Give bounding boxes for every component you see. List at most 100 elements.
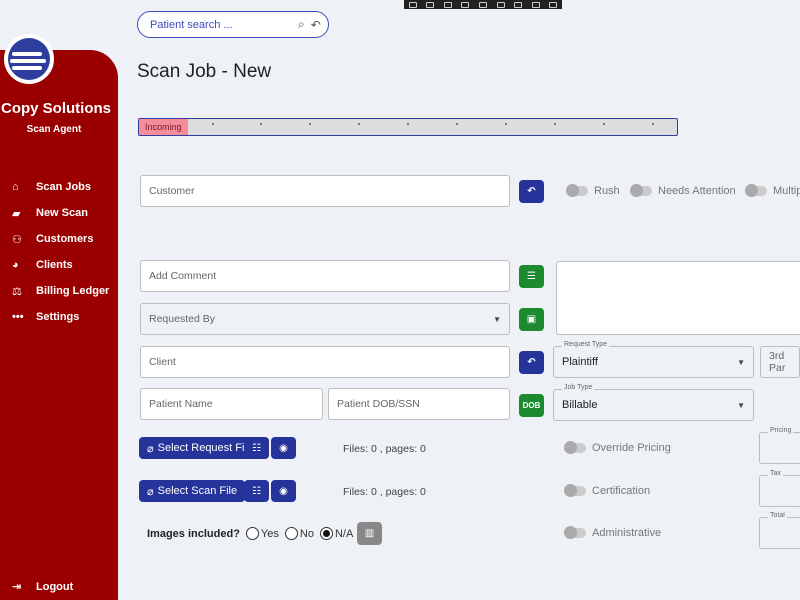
brand-title: Copy Solutions	[1, 100, 111, 117]
paperclip-icon: ⌀	[147, 485, 154, 498]
radio-circle[interactable]	[245, 527, 259, 540]
toolbar-icon[interactable]	[426, 1, 435, 8]
logout-button[interactable]: ⇥ Logout	[12, 580, 74, 594]
sidebar-item-customers[interactable]: ⚇ Customers	[12, 226, 109, 252]
scan-file-list-button[interactable]: ☷	[244, 480, 269, 502]
toolbar-icon[interactable]	[549, 1, 558, 8]
administrative-toggle[interactable]: Administrative	[564, 526, 661, 539]
third-party-placeholder: 3rd Par	[769, 350, 786, 374]
toggle-label: Multip	[773, 185, 800, 197]
sidebar-item-new-scan[interactable]: ▰ New Scan	[12, 200, 109, 226]
undo-icon: ↶	[527, 186, 536, 197]
ledger-icon: ⚖	[12, 285, 22, 298]
radio-label: N/A	[334, 527, 354, 540]
sidebar-item-label: Scan Jobs	[36, 181, 92, 193]
sidebar-item-scan-jobs[interactable]: ⌂ Scan Jobs	[12, 174, 109, 200]
override-pricing-toggle[interactable]: Override Pricing	[564, 441, 671, 454]
toolbar-icon[interactable]	[408, 1, 417, 8]
tax-field[interactable]: Tax	[759, 470, 800, 507]
progress-current-step: Incoming	[139, 119, 188, 135]
images-radio-yes[interactable]: Yes	[245, 527, 279, 540]
toggle-label: Certification	[592, 485, 651, 497]
toggle-switch[interactable]	[564, 484, 586, 497]
contact-card-button[interactable]: ▣	[519, 308, 544, 331]
client-reset-button[interactable]: ↶	[519, 351, 544, 374]
toggle-label: Rush	[594, 185, 620, 197]
list-icon: ☷	[252, 442, 261, 454]
toggle-label: Needs Attention	[658, 185, 736, 197]
third-party-field[interactable]: 3rd Par	[760, 346, 800, 378]
toolbar-icon[interactable]	[514, 1, 523, 8]
job-progress-bar: Incoming	[138, 118, 678, 136]
radio-circle[interactable]	[319, 527, 333, 540]
scan-files-info: Files: 0 , pages: 0	[343, 486, 426, 498]
images-radio-no[interactable]: No	[284, 527, 314, 540]
select-request-file-button[interactable]: ⌀ Select Request File	[139, 437, 262, 459]
job-type-select[interactable]: Job Type Billable ▼	[553, 384, 754, 421]
sidebar-item-clients[interactable]: ◕ Clients	[12, 252, 109, 278]
rush-toggle[interactable]: Rush	[566, 184, 620, 197]
customer-field[interactable]: Customer	[140, 175, 510, 207]
caret-down-icon: ▼	[737, 357, 745, 367]
radio-label: No	[299, 527, 314, 540]
logout-label: Logout	[36, 580, 74, 593]
total-label: Total	[768, 512, 787, 519]
certification-toggle[interactable]: Certification	[564, 484, 651, 497]
paperclip-icon: ⌀	[147, 442, 154, 455]
toggle-switch[interactable]	[564, 441, 586, 454]
comment-field[interactable]: Add Comment	[140, 260, 510, 292]
patient-name-field[interactable]: Patient Name	[140, 388, 323, 420]
images-radio-na[interactable]: N/A	[319, 527, 354, 540]
radio-circle[interactable]	[284, 527, 298, 540]
requested-by-select[interactable]: Requested By ▼	[140, 303, 510, 335]
brand-logo[interactable]	[4, 34, 54, 84]
client-placeholder: Client	[149, 356, 176, 368]
add-comment-button[interactable]: ☰	[519, 265, 544, 288]
patient-name-placeholder: Patient Name	[149, 398, 213, 410]
customer-placeholder: Customer	[149, 185, 195, 197]
customer-reset-button[interactable]: ↶	[519, 180, 544, 203]
sidebar-item-label: Customers	[36, 233, 94, 245]
toolbar-icon[interactable]	[531, 1, 540, 8]
pricing-field[interactable]: Pricing	[759, 427, 800, 464]
request-file-view-button[interactable]: ◉	[271, 437, 296, 459]
toolbar-icon[interactable]	[496, 1, 505, 8]
toggle-switch[interactable]	[630, 184, 652, 197]
patient-dob-field[interactable]: Patient DOB/SSN	[328, 388, 510, 420]
search-input[interactable]	[150, 18, 292, 31]
toolbar-icon[interactable]	[461, 1, 470, 8]
add-note-icon: ☰	[527, 271, 536, 282]
toolbar-icon[interactable]	[443, 1, 452, 8]
request-type-select[interactable]: Request Type Plaintiff ▼	[553, 341, 754, 378]
images-included-group: Images included? Yes No N/A	[147, 527, 359, 540]
sidebar-nav: ⌂ Scan Jobs ▰ New Scan ⚇ Customers ◕ Cli…	[12, 174, 109, 330]
button-label: Select Request File	[157, 442, 254, 454]
client-field[interactable]: Client	[140, 346, 510, 378]
comments-textarea[interactable]	[556, 261, 800, 335]
logout-icon: ⇥	[12, 581, 22, 593]
dob-button[interactable]: DOB	[519, 394, 544, 417]
barcode-button[interactable]: ▥	[357, 522, 382, 545]
scan-file-view-button[interactable]: ◉	[271, 480, 296, 502]
search-icon[interactable]: ⌕	[298, 17, 305, 32]
reset-icon[interactable]: ↶	[311, 18, 321, 32]
select-scan-file-button[interactable]: ⌀ Select Scan File	[139, 480, 246, 502]
toggle-switch[interactable]	[564, 526, 586, 539]
total-field[interactable]: Total	[759, 512, 800, 549]
toolbar-icon[interactable]	[478, 1, 487, 8]
multiple-toggle[interactable]: Multip	[745, 184, 800, 197]
request-file-list-button[interactable]: ☷	[244, 437, 269, 459]
request-type-value: Plaintiff	[562, 356, 598, 368]
toggle-label: Override Pricing	[592, 442, 671, 454]
patient-search: ⌕ ↶	[137, 11, 329, 38]
request-files-info: Files: 0 , pages: 0	[343, 443, 426, 455]
toggle-switch[interactable]	[745, 184, 767, 197]
needs-attention-toggle[interactable]: Needs Attention	[630, 184, 736, 197]
sidebar-item-label: Billing Ledger	[36, 285, 110, 297]
sidebar-item-billing-ledger[interactable]: ⚖ Billing Ledger	[12, 278, 109, 304]
toggle-switch[interactable]	[566, 184, 588, 197]
button-label: Select Scan File	[157, 485, 238, 497]
home-icon: ⌂	[12, 181, 19, 193]
requested-by-placeholder: Requested By	[149, 313, 215, 325]
sidebar-item-settings[interactable]: ••• Settings	[12, 304, 109, 330]
